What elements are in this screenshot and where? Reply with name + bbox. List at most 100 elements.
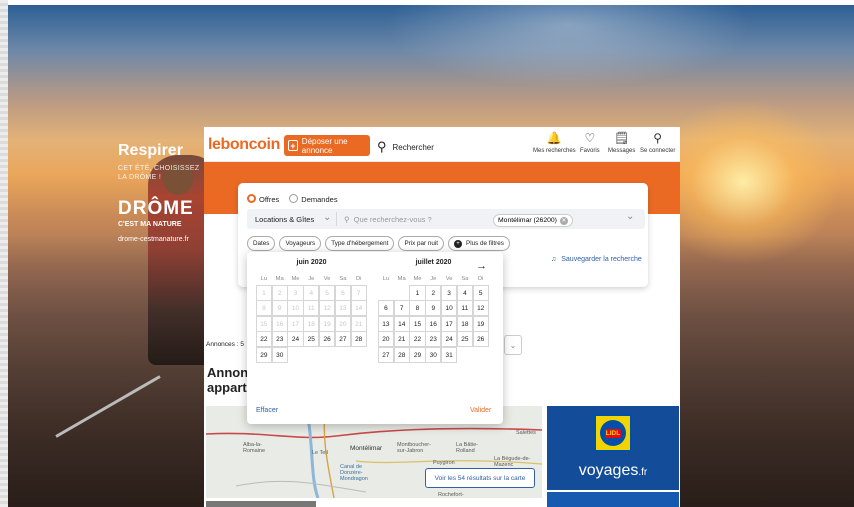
day-cell[interactable]: 29 bbox=[409, 346, 426, 363]
day-cell[interactable]: 8 bbox=[409, 300, 426, 317]
day-cell[interactable]: 1 bbox=[409, 284, 426, 301]
day-cell[interactable]: 20 bbox=[377, 331, 395, 348]
day-cell[interactable]: 26 bbox=[318, 331, 336, 348]
day-cell[interactable]: 4 bbox=[456, 284, 474, 301]
valider-button[interactable]: Valider bbox=[470, 407, 491, 414]
filter-type-hebergement[interactable]: Type d'hébergement bbox=[325, 236, 395, 251]
day-cell[interactable]: 21 bbox=[393, 331, 410, 348]
location-field[interactable]: Montélimar (26200) ✕ ⌄ bbox=[491, 211, 643, 227]
day-cell[interactable]: 23 bbox=[271, 331, 288, 348]
category-select[interactable]: Locations & Gîtes bbox=[255, 215, 314, 224]
filter-dates[interactable]: Dates bbox=[247, 236, 276, 251]
deposer-annonce-button[interactable]: + Déposer une annonce bbox=[284, 135, 370, 156]
lidl-logo-text: LIDL bbox=[604, 428, 622, 438]
listing-thumbnail[interactable] bbox=[206, 501, 316, 507]
plus-square-icon: + bbox=[288, 140, 298, 151]
day-cell[interactable]: 22 bbox=[255, 331, 273, 348]
day-cell[interactable]: 5 bbox=[472, 284, 489, 301]
day-cell[interactable]: 27 bbox=[334, 331, 352, 348]
day-cell[interactable]: 15 bbox=[409, 315, 426, 332]
rechercher-link[interactable]: ⚲ Rechercher bbox=[377, 137, 434, 157]
site-header: leboncoin + Déposer une annonce ⚲ Recher… bbox=[204, 127, 680, 162]
day-cell[interactable]: 6 bbox=[377, 300, 395, 317]
day-disabled: 3 bbox=[287, 284, 304, 301]
radio-demandes-label: Demandes bbox=[301, 195, 338, 204]
day-cell[interactable]: 26 bbox=[472, 331, 489, 348]
day-disabled: 19 bbox=[318, 315, 336, 332]
background-ad[interactable]: Respirer CET ÉTÉ, CHOISISSEZ LA DRÔME ! … bbox=[118, 142, 199, 243]
day-cell[interactable]: 30 bbox=[425, 346, 442, 363]
map-results-button[interactable]: Voir les 54 résultats sur la carte bbox=[425, 468, 535, 488]
day-disabled: 10 bbox=[287, 300, 304, 317]
day-cell[interactable]: 25 bbox=[456, 331, 474, 348]
effacer-button[interactable]: Effacer bbox=[256, 407, 278, 414]
day-grid: 1 2 3 4 5 6 7 8 9 10 11 12 13 14 15 16 17 18 19 20 21 22 23 24 2… bbox=[255, 284, 367, 363]
nav-se-connecter[interactable]: ⚲ Se connecter bbox=[640, 131, 676, 155]
nav-messages[interactable]: 🗒 Messages bbox=[608, 131, 635, 155]
arrow-right-icon[interactable]: → bbox=[476, 260, 487, 272]
location-chip[interactable]: Montélimar (26200) ✕ bbox=[493, 214, 573, 227]
lidl-voyages-ad[interactable]: LIDL voyages.fr bbox=[547, 406, 679, 490]
ad-url[interactable]: drome-cestmanature.fr bbox=[118, 236, 199, 243]
day-cell[interactable]: 11 bbox=[456, 300, 474, 317]
day-cell[interactable]: 29 bbox=[255, 346, 273, 363]
search-input[interactable]: ⚲ Que recherchez-vous ? bbox=[344, 215, 432, 224]
day-cell[interactable]: 30 bbox=[271, 346, 288, 363]
map-label: Rochefort- bbox=[438, 492, 464, 498]
save-search-button[interactable]: ♫ Sauvegarder la recherche bbox=[551, 256, 642, 263]
day-cell[interactable]: 18 bbox=[456, 315, 474, 332]
day-cell[interactable]: 28 bbox=[350, 331, 367, 348]
day-cell[interactable]: 24 bbox=[440, 331, 458, 348]
more-filters-button[interactable]: + Plus de filtres bbox=[448, 236, 510, 251]
day-cell[interactable]: 22 bbox=[409, 331, 426, 348]
chevron-down-icon[interactable]: ⌄ bbox=[626, 211, 634, 222]
logo[interactable]: leboncoin bbox=[208, 136, 280, 154]
day-cell[interactable]: 7 bbox=[393, 300, 410, 317]
day-cell[interactable]: 13 bbox=[377, 315, 395, 332]
radio-offres[interactable]: Offres bbox=[247, 194, 279, 204]
radio-demandes[interactable]: Demandes bbox=[289, 194, 338, 204]
filters-row: Dates Voyageurs Type d'hébergement Prix … bbox=[247, 236, 510, 251]
weekday-label: Lu bbox=[382, 276, 390, 282]
nav-mes-recherches[interactable]: 🔔 Mes recherches bbox=[533, 132, 576, 155]
day-cell[interactable]: 17 bbox=[440, 315, 458, 332]
day-cell[interactable]: 10 bbox=[440, 300, 458, 317]
day-cell[interactable]: 19 bbox=[472, 315, 489, 332]
day-cell[interactable]: 31 bbox=[440, 346, 458, 363]
chevron-down-icon: ⌄ bbox=[323, 212, 332, 223]
weekday-label: Ve bbox=[445, 276, 453, 282]
day-cell[interactable]: 12 bbox=[472, 300, 489, 317]
day-cell[interactable]: 27 bbox=[377, 346, 395, 363]
lidl-logo-circle: LIDL bbox=[600, 420, 626, 446]
day-cell[interactable]: 14 bbox=[393, 315, 410, 332]
filter-voyageurs[interactable]: Voyageurs bbox=[279, 236, 322, 251]
map-label: Salettes bbox=[516, 430, 536, 436]
weekday-label: Sa bbox=[339, 276, 347, 282]
user-icon: ⚲ bbox=[653, 131, 663, 145]
day-disabled: 21 bbox=[350, 315, 367, 332]
message-icon: 🗒 bbox=[614, 131, 630, 145]
day-cell[interactable]: 24 bbox=[287, 331, 304, 348]
sort-dropdown[interactable]: ⌄ bbox=[504, 335, 522, 355]
ad-type-radios: Offres Demandes bbox=[247, 194, 338, 204]
day-cell[interactable]: 16 bbox=[425, 315, 442, 332]
weekday-label: Me bbox=[413, 276, 422, 282]
day-disabled: 20 bbox=[334, 315, 352, 332]
filter-prix-par-nuit[interactable]: Prix par nuit bbox=[398, 236, 445, 251]
nav-label: Se connecter bbox=[640, 148, 676, 154]
day-cell[interactable]: 28 bbox=[393, 346, 410, 363]
day-cell[interactable]: 25 bbox=[303, 331, 320, 348]
rechercher-label: Rechercher bbox=[392, 142, 434, 152]
day-disabled: 15 bbox=[255, 315, 273, 332]
calendar-month-june: juin 2020 Lu Ma Me Je Ve Sa Di 1 2 3 4 5 6 7 8 9 10 11 12… bbox=[255, 259, 367, 363]
day-cell[interactable]: 23 bbox=[425, 331, 442, 348]
close-icon[interactable]: ✕ bbox=[559, 216, 568, 225]
day-cell[interactable]: 9 bbox=[425, 300, 442, 317]
day-cell[interactable]: 2 bbox=[425, 284, 442, 301]
day-disabled: 6 bbox=[334, 284, 352, 301]
nav-favoris[interactable]: ♡ Favoris bbox=[580, 132, 600, 155]
map-label: Alba-la-Romaine bbox=[243, 442, 266, 454]
weekday-label: Ve bbox=[323, 276, 331, 282]
day-cell[interactable]: 3 bbox=[440, 284, 458, 301]
day-disabled: 2 bbox=[271, 284, 288, 301]
